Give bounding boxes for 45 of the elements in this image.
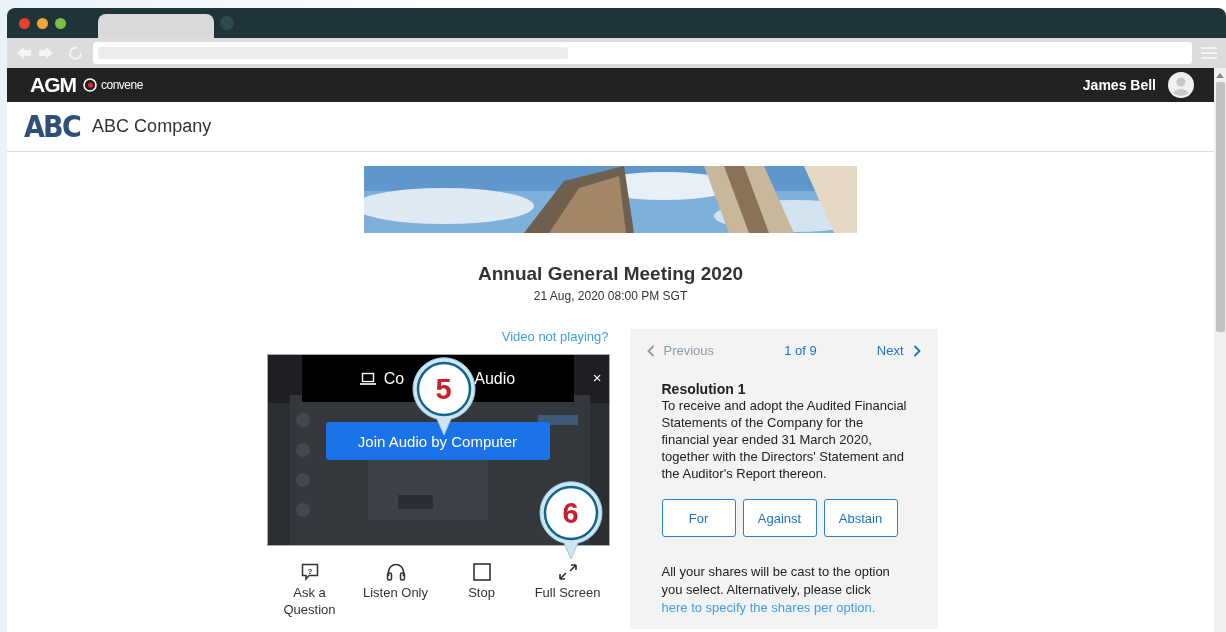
expand-icon	[557, 563, 578, 581]
callout-badge: 6	[537, 480, 604, 560]
chevron-right-icon	[912, 344, 921, 357]
meeting-title: Annual General Meeting 2020	[478, 263, 743, 285]
question-bubble-icon: ?	[300, 563, 319, 581]
headphones-icon	[385, 563, 406, 581]
scroll-up-icon[interactable]	[1216, 72, 1224, 78]
avatar-icon[interactable]	[1168, 72, 1194, 98]
close-button[interactable]: ×	[592, 370, 602, 385]
control-button[interactable]: Stop	[438, 563, 525, 618]
browser-tab[interactable]	[98, 14, 214, 38]
control-button[interactable]: ? Ask a Question	[266, 563, 353, 618]
app-logo: AGM	[30, 73, 76, 97]
navigation-arrows-icon[interactable]	[15, 45, 85, 61]
resolution-text: To receive and adopt the Audited Financial Statements of the Company for the financial year ended 31 March 2020, together with the Directors' Statement and the Auditor's Report thereon.	[661, 397, 908, 482]
brand-name: convene	[101, 78, 143, 92]
next-button[interactable]: Next	[876, 343, 921, 358]
laptop-icon	[359, 371, 376, 386]
specify-shares-link[interactable]: here to specify the shares per option.	[661, 600, 876, 615]
company-logo: ABC	[24, 109, 80, 144]
chevron-left-icon	[646, 344, 655, 357]
meeting-date: 21 Aug, 2020 08:00 PM SGT	[533, 289, 688, 303]
close-window-icon[interactable]	[19, 17, 30, 29]
stop-icon	[472, 563, 491, 581]
video-help-link[interactable]: Video not playing?	[501, 329, 609, 347]
vote-button[interactable]: For	[661, 499, 736, 537]
control-button[interactable]: Listen Only	[352, 563, 439, 618]
user-name[interactable]: James Bell	[1082, 77, 1156, 93]
brand-logo-icon	[83, 78, 97, 92]
join-audio-button[interactable]: Join Audio by Computer	[325, 422, 550, 460]
minimize-window-icon[interactable]	[37, 17, 48, 29]
menu-icon[interactable]	[1200, 45, 1218, 61]
control-button[interactable]: Full Screen	[524, 563, 611, 618]
scrollbar[interactable]	[1214, 68, 1226, 632]
dialog-title: Co	[383, 369, 405, 388]
maximize-window-icon[interactable]	[55, 17, 66, 29]
address-bar[interactable]	[93, 42, 1192, 64]
company-name: ABC Company	[92, 116, 212, 137]
page-counter: 1 of 9	[784, 343, 817, 358]
vote-button[interactable]: Against	[742, 499, 817, 537]
vote-button[interactable]: Abstain	[823, 499, 898, 537]
shares-note: All your shares will be cast to the option you select. Alternatively, please click here to specify the shares per option.	[661, 563, 891, 617]
dialog-title: Audio	[474, 369, 516, 388]
scrollbar-thumb[interactable]	[1215, 82, 1225, 332]
resolution-title: Resolution 1	[661, 381, 747, 397]
